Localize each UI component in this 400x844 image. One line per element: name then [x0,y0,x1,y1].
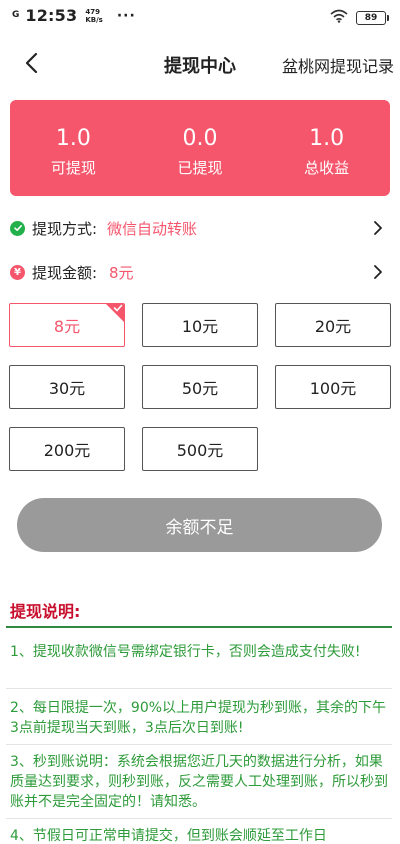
withdraw-amount-row[interactable]: ¥ 提现金额: 8元 [0,255,400,289]
amount-option[interactable]: 8元 [9,303,125,347]
available-value: 1.0 [55,126,91,151]
note-item: 1、提现收款微信号需绑定银行卡，否则会造成支付失败! [10,644,361,660]
note-item: 4、节假日可正常申请提交，但到账会顺延至工作日 [10,828,327,844]
withdrawn-value: 0.0 [182,126,218,151]
network-speed: 479 KB/s [85,8,102,24]
total-earnings-stat: 1.0 总收益 [263,100,390,196]
withdraw-amount-label: 提现金额: [32,263,98,282]
more-notifications-icon: ··· [116,7,136,24]
notes-divider [6,626,392,628]
yen-icon: ¥ [10,264,25,280]
balance-card: 1.0 可提现 0.0 已提现 1.0 总收益 [10,100,390,196]
status-right: 89 [330,8,389,27]
note-divider [6,688,392,689]
amount-option-label: 20元 [314,317,352,336]
amount-option-label: 10元 [181,317,219,336]
amount-option[interactable]: 10元 [142,303,258,347]
amount-option[interactable]: 100元 [275,365,391,409]
signal-indicator: G [12,10,20,20]
withdraw-records-link[interactable]: 盆桃网提现记录 [282,53,394,77]
chevron-left-icon [25,52,38,74]
total-earnings-label: 总收益 [304,159,350,177]
amount-option-label: 30元 [48,379,86,398]
header: 提现中心 盆桃网提现记录 [0,40,400,86]
network-speed-unit: KB/s [85,15,103,24]
chevron-right-icon [370,218,386,238]
amount-option-label: 8元 [53,317,81,336]
notes-title: 提现说明: [10,602,81,621]
amount-option-label: 50元 [181,379,219,398]
clock: 12:53 [25,6,78,25]
withdrawn-label: 已提现 [177,159,223,177]
withdrawn-stat: 0.0 已提现 [137,100,264,196]
wechat-check-icon [10,220,25,236]
withdraw-method-row[interactable]: 提现方式: 微信自动转账 [0,211,400,245]
battery-icon: 89 [356,10,389,25]
check-icon [113,304,123,312]
available-label: 可提现 [50,159,96,177]
note-divider [6,744,392,745]
amount-option[interactable]: 500元 [142,427,258,471]
amount-option-label: 200元 [43,441,91,460]
withdraw-method-value: 微信自动转账 [107,219,198,238]
note-divider [6,818,392,819]
withdraw-submit-button[interactable]: 余额不足 [17,498,382,552]
withdraw-method-label: 提现方式: [32,219,98,238]
wifi-icon [330,8,348,27]
amount-option[interactable]: 20元 [275,303,391,347]
amount-option-label: 500元 [176,441,224,460]
amount-option-label: 100元 [309,379,357,398]
note-item: 3、秒到账说明：系统会根据您近几天的数据进行分析，如果质量达到要求，则秒到账，反… [10,754,388,810]
amount-option[interactable]: 50元 [142,365,258,409]
withdraw-amount-value: 8元 [109,263,134,282]
status-left: G 12:53 479 KB/s ··· [12,6,136,25]
total-earnings-value: 1.0 [309,126,345,151]
available-stat: 1.0 可提现 [10,100,137,196]
note-item: 2、每日限提一次，90%以上用户提现为秒到账，其余的下午3点前提现当天到账，3点… [10,700,387,736]
network-speed-value: 479 [85,7,100,16]
back-button[interactable] [14,48,48,78]
amount-option[interactable]: 30元 [9,365,125,409]
chevron-right-icon [370,262,386,282]
status-bar: G 12:53 479 KB/s ··· 89 [0,0,400,34]
amount-option[interactable]: 200元 [9,427,125,471]
